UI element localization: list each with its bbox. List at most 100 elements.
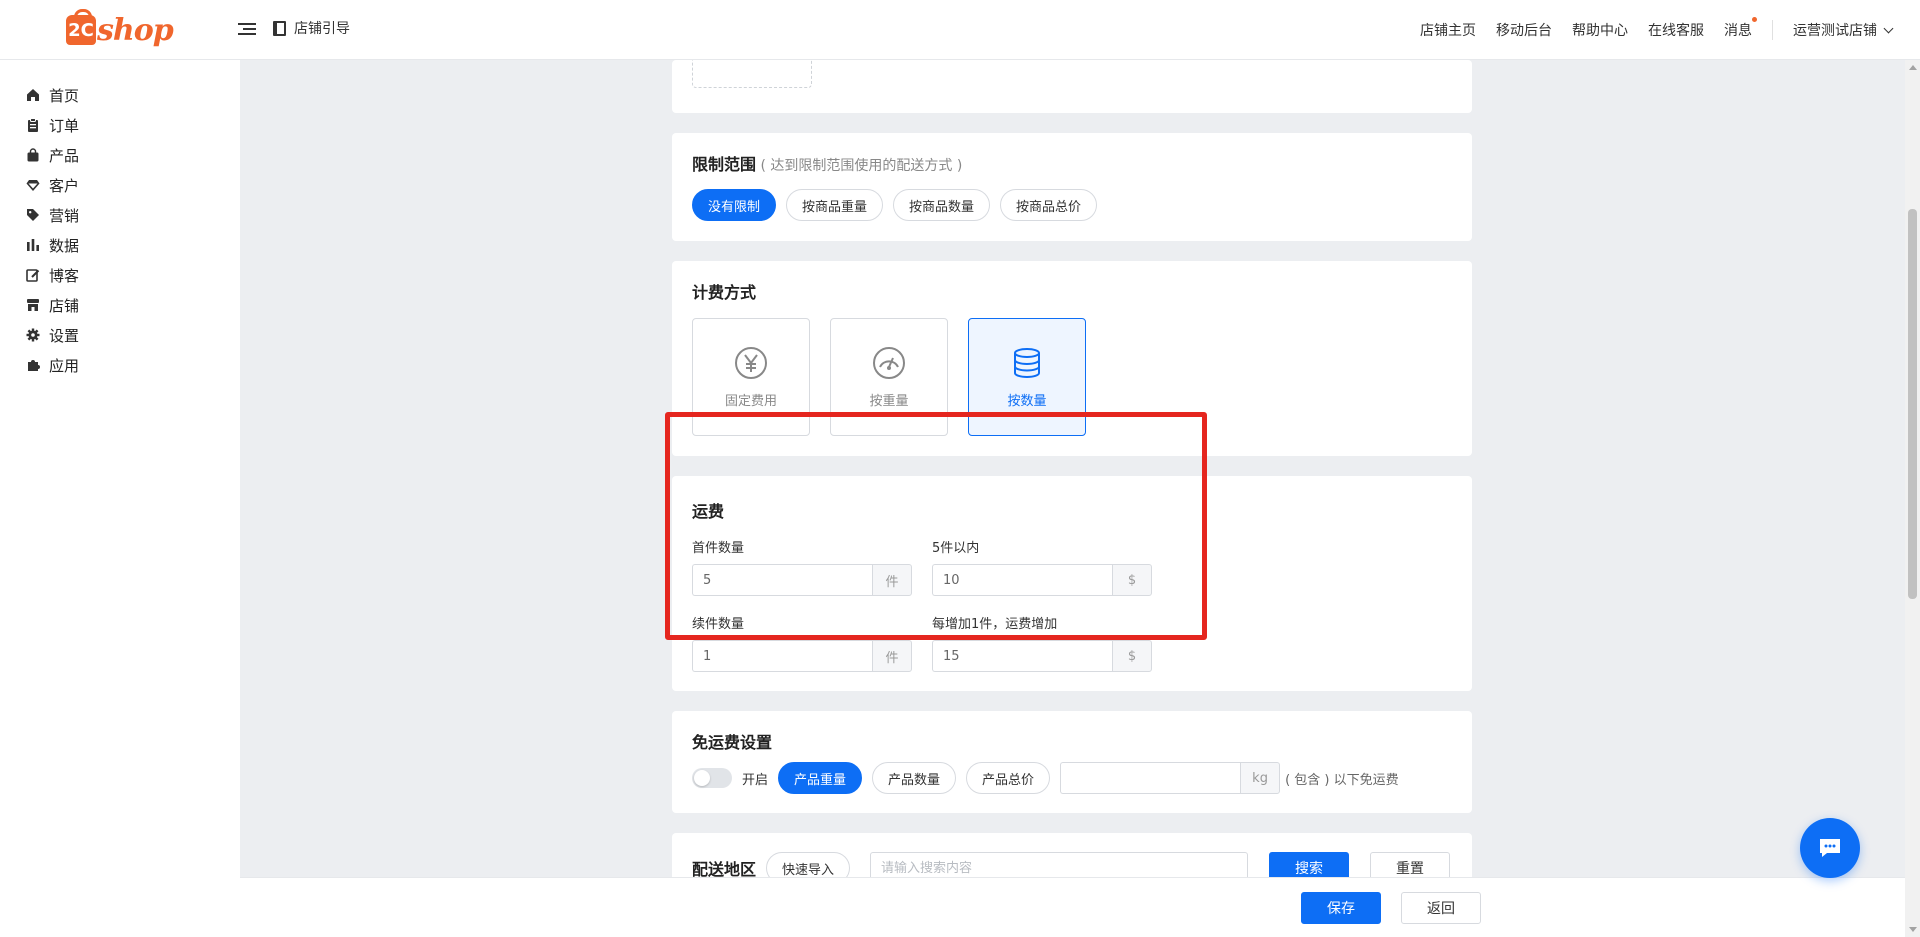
- sidebar-item-label: 博客: [49, 266, 80, 285]
- freight-title: 运费: [692, 502, 725, 521]
- free-option-quantity[interactable]: 产品数量: [872, 762, 957, 794]
- first-qty-input[interactable]: [692, 564, 872, 596]
- scroll-up-icon[interactable]: [1909, 65, 1917, 70]
- free-threshold-input[interactable]: [1060, 762, 1241, 794]
- range-card: 限制范围 ( 达到限制范围使用的配送方式 ) 没有限制 按商品重量 按商品数量 …: [672, 133, 1472, 241]
- sidebar-item-store[interactable]: 店铺: [0, 290, 240, 320]
- billing-title: 计费方式: [692, 283, 757, 302]
- method-fixed-fee[interactable]: 固定费用: [692, 318, 810, 436]
- gear-icon: [26, 328, 40, 342]
- first-fee-label: 5件以内: [932, 541, 980, 556]
- range-option-none[interactable]: 没有限制: [692, 189, 777, 221]
- extra-fee-input[interactable]: [932, 640, 1112, 672]
- sidebar-item-label: 设置: [49, 326, 80, 345]
- menu-toggle-icon[interactable]: [238, 20, 256, 38]
- logo-badge: 2C: [66, 9, 96, 45]
- sidebar-item-data[interactable]: 数据: [0, 230, 240, 260]
- puzzle-icon: [26, 358, 40, 372]
- back-button[interactable]: 返回: [1401, 892, 1481, 924]
- store-icon: [26, 298, 40, 312]
- book-icon: [273, 20, 286, 36]
- chat-button[interactable]: [1800, 818, 1860, 878]
- logo-text: shop: [97, 12, 174, 48]
- nav-help-center[interactable]: 帮助中心: [1572, 20, 1628, 40]
- range-option-quantity[interactable]: 按商品数量: [893, 189, 991, 221]
- extra-qty-field: 续件数量 件: [692, 613, 912, 672]
- sidebar-item-label: 店铺: [49, 296, 80, 315]
- first-qty-field: 首件数量 件: [692, 537, 912, 596]
- sidebar-item-label: 首页: [49, 86, 80, 105]
- store-guide-label: 店铺引导: [294, 21, 350, 37]
- logo[interactable]: 2C shop: [66, 9, 174, 50]
- method-label: 按数量: [1007, 393, 1047, 409]
- toggle-label: 开启: [742, 772, 769, 788]
- extra-qty-label: 续件数量: [692, 617, 745, 632]
- free-shipping-toggle[interactable]: [692, 768, 732, 788]
- store-name: 运营测试店铺: [1793, 23, 1877, 39]
- sidebar-item-apps[interactable]: 应用: [0, 350, 240, 380]
- free-shipping-title: 免运费设置: [692, 733, 773, 752]
- free-shipping-row: 开启 产品重量 产品数量 产品总价 kg ( 包含 ) 以下免运费: [692, 762, 1399, 794]
- nav-mobile-admin[interactable]: 移动后台: [1496, 20, 1552, 40]
- sidebar-item-products[interactable]: 产品: [0, 140, 240, 170]
- range-hint: ( 达到限制范围使用的配送方式 ): [760, 158, 963, 174]
- page-scrollbar[interactable]: [1905, 60, 1920, 937]
- store-switcher[interactable]: 运营测试店铺: [1793, 20, 1894, 40]
- method-by-weight[interactable]: 按重量: [830, 318, 948, 436]
- save-button[interactable]: 保存: [1301, 892, 1381, 924]
- nav-messages[interactable]: 消息: [1724, 17, 1757, 40]
- free-threshold-suffix: ( 包含 ) 以下免运费: [1285, 772, 1399, 788]
- tag-icon: [26, 208, 40, 222]
- range-option-total[interactable]: 按商品总价: [1000, 189, 1098, 221]
- sidebar-item-customers[interactable]: 客户: [0, 170, 240, 200]
- sidebar-item-orders[interactable]: 订单: [0, 110, 240, 140]
- free-threshold-unit: kg: [1240, 762, 1281, 794]
- bar-chart-icon: [26, 238, 40, 252]
- sidebar-item-marketing[interactable]: 营销: [0, 200, 240, 230]
- extra-fee-field: 每增加1件，运费增加 $: [932, 613, 1152, 672]
- extra-qty-input[interactable]: [692, 640, 872, 672]
- billing-methods: 固定费用 按重量 按数量: [692, 318, 1086, 436]
- top-nav: 店铺主页 移动后台 帮助中心 在线客服 消息 运营测试店铺: [1400, 0, 1920, 60]
- home-icon: [26, 88, 40, 102]
- chevron-down-icon: [1883, 23, 1894, 33]
- store-guide-link[interactable]: 店铺引导: [273, 18, 350, 38]
- free-option-weight[interactable]: 产品重量: [778, 762, 863, 794]
- free-option-total[interactable]: 产品总价: [966, 762, 1051, 794]
- sidebar-item-label: 营销: [49, 206, 80, 225]
- sidebar: 首页 订单 产品 客户 营销 数据 博客 店铺 设置 应用: [0, 60, 240, 937]
- gauge-icon: [873, 346, 905, 379]
- billing-card: 计费方式 固定费用 按重量 按数量: [672, 261, 1472, 456]
- sidebar-item-label: 应用: [49, 356, 80, 375]
- freight-card: 运费 首件数量 件 5件以内 $ 续件数量 件 每增加1件，运费增加: [672, 476, 1472, 691]
- nav-store-home[interactable]: 店铺主页: [1420, 20, 1476, 40]
- unread-dot: [1752, 17, 1757, 22]
- first-fee-input[interactable]: [932, 564, 1112, 596]
- sidebar-item-label: 数据: [49, 236, 80, 255]
- sidebar-item-home[interactable]: 首页: [0, 80, 240, 110]
- main-content: 限制范围 ( 达到限制范围使用的配送方式 ) 没有限制 按商品重量 按商品数量 …: [240, 60, 1905, 937]
- first-qty-unit: 件: [872, 564, 912, 596]
- method-label: 固定费用: [724, 393, 777, 409]
- nav-online-support[interactable]: 在线客服: [1648, 20, 1704, 40]
- sidebar-item-settings[interactable]: 设置: [0, 320, 240, 350]
- bag-icon: [26, 148, 40, 162]
- clipboard-icon: [26, 118, 40, 132]
- extra-fee-unit: $: [1112, 640, 1152, 672]
- image-upload-box[interactable]: [692, 60, 812, 88]
- nav-divider: [1772, 20, 1773, 40]
- method-label: 按重量: [869, 393, 909, 409]
- range-option-weight[interactable]: 按商品重量: [786, 189, 884, 221]
- first-fee-unit: $: [1112, 564, 1152, 596]
- scroll-down-icon[interactable]: [1909, 927, 1917, 932]
- chat-icon: [1820, 839, 1840, 857]
- sidebar-item-blog[interactable]: 博客: [0, 260, 240, 290]
- scrollbar-thumb[interactable]: [1908, 209, 1917, 599]
- first-qty-label: 首件数量: [692, 541, 745, 556]
- method-by-quantity[interactable]: 按数量: [968, 318, 1086, 436]
- sidebar-item-label: 产品: [49, 146, 80, 165]
- diamond-icon: [26, 178, 40, 192]
- extra-fee-label: 每增加1件，运费增加: [932, 617, 1058, 632]
- top-header: 2C shop 店铺引导 店铺主页 移动后台 帮助中心 在线客服 消息 运营测试…: [0, 0, 1920, 60]
- extra-qty-unit: 件: [872, 640, 912, 672]
